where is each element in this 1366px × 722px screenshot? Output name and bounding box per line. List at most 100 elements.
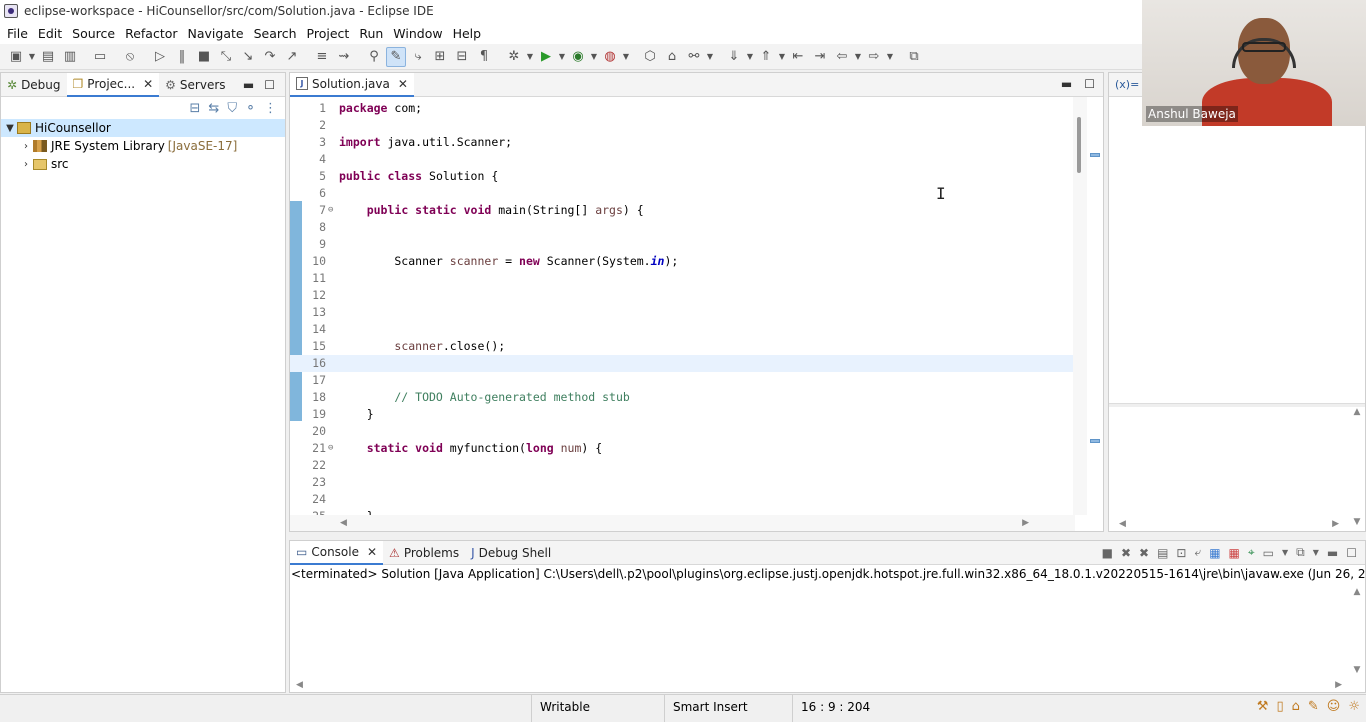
overview-ruler[interactable] [1087,97,1103,515]
overview-marker[interactable] [1090,153,1100,157]
tab-project-explorer[interactable]: ❐ Projec... ✕ [66,72,160,97]
code-line[interactable]: 20 [290,423,1075,440]
code-line[interactable]: 23 [290,474,1075,491]
tab-debug[interactable]: ✲ Debug [1,73,67,97]
tree-item-project[interactable]: ▼ HiCounsellor [1,119,285,137]
menu-search[interactable]: Search [249,26,302,41]
collapse-all-icon[interactable]: ⊟ [190,101,201,116]
scroll-left-icon[interactable]: ◀ [1119,519,1126,529]
back-dropdown-icon[interactable]: ▼ [854,47,862,67]
link-with-editor-icon[interactable]: ⇆ [208,101,219,116]
debug-dropdown-icon[interactable]: ▼ [526,47,534,67]
code-line[interactable]: 12 [290,287,1075,304]
maximize-icon[interactable]: ☐ [264,78,275,92]
step-over-icon[interactable]: ↷ [260,47,280,67]
last-edit-location-icon[interactable]: ⇤ [788,47,808,67]
terminate-icon[interactable]: ■ [1102,546,1113,560]
save-all-icon[interactable]: ▥ [60,47,80,67]
show-whitespace-icon[interactable]: ⊟ [452,47,472,67]
tab-debug-shell[interactable]: J Debug Shell [465,541,557,565]
code-area[interactable]: 1 package com; 2 3 import java.util.Scanner;… [290,97,1075,515]
menu-source[interactable]: Source [67,26,120,41]
remove-launch-icon[interactable]: ✖ [1121,546,1131,560]
code-line[interactable]: 22 [290,457,1075,474]
minimize-icon[interactable]: ▬ [243,78,254,92]
editor-horizontal-scrollbar[interactable]: ◀ ▶ [290,515,1075,531]
close-icon[interactable]: ✕ [363,545,377,559]
next-annotation-icon[interactable]: ⇓ [724,47,744,67]
terminate-icon[interactable]: ■ [194,47,214,67]
coverage-icon[interactable]: ◉ [568,47,588,67]
minimize-icon[interactable]: ▬ [1327,546,1338,560]
menu-window[interactable]: Window [388,26,447,41]
smiley-icon[interactable]: ☺ [1327,699,1341,714]
book-icon[interactable]: ▯ [1276,699,1283,714]
code-line[interactable]: 9 [290,236,1075,253]
code-line[interactable]: 21 ⊖ static void myfunction(long num) { [290,440,1075,457]
suspend-icon[interactable]: ‖ [172,47,192,67]
menu-help[interactable]: Help [448,26,487,41]
close-icon[interactable]: ✕ [139,77,153,91]
code-line[interactable]: 16 [290,355,1075,372]
code-line[interactable]: 25 } [290,508,1075,515]
show-on-stdout-icon[interactable]: ▦ [1209,546,1220,560]
menu-project[interactable]: Project [302,26,355,41]
code-line[interactable]: 14 [290,321,1075,338]
code-line[interactable]: 17 [290,372,1075,389]
display-console-icon[interactable]: ▭ [1263,546,1274,560]
use-step-filters-icon[interactable]: ⇝ [334,47,354,67]
drop-to-frame-icon[interactable]: ≡ [312,47,332,67]
code-line[interactable]: 2 [290,117,1075,134]
skip-breakpoints-icon[interactable]: ⦸ [120,47,140,67]
scroll-right-icon[interactable]: ▶ [1022,518,1029,528]
search-dropdown-icon[interactable]: ▼ [706,47,714,67]
run-dropdown-icon[interactable]: ▼ [558,47,566,67]
scroll-left-icon[interactable]: ◀ [340,518,347,528]
fold-toggle-icon[interactable]: ⊖ [328,440,333,457]
editor-vertical-scrollbar[interactable] [1073,97,1087,515]
forward-icon[interactable]: ⇨ [864,47,884,67]
scroll-left-icon[interactable]: ◀ [296,680,303,690]
tab-problems[interactable]: ⚠ Problems [383,541,465,565]
pane-divider[interactable] [1109,403,1365,407]
open-perspective-icon[interactable]: ⧉ [904,47,924,67]
new-java-package-icon[interactable]: ⬡ [640,47,660,67]
maximize-icon[interactable]: ☐ [1346,546,1357,560]
scroll-lock-icon[interactable]: ⊡ [1176,546,1186,560]
menu-edit[interactable]: Edit [33,26,67,41]
code-line[interactable]: 6 [290,185,1075,202]
scroll-down-icon[interactable]: ▼ [1354,517,1361,527]
next-annotation-dropdown-icon[interactable]: ▼ [746,47,754,67]
search-icon[interactable]: ⚯ [684,47,704,67]
tree-item-jre[interactable]: › JRE System Library [JavaSE-17] [1,137,285,155]
new-dropdown-icon[interactable]: ▼ [28,47,36,67]
menu-navigate[interactable]: Navigate [183,26,249,41]
chevron-down-icon[interactable]: ▼ [3,123,17,134]
chevron-right-icon[interactable]: › [19,159,33,170]
external-tools-dropdown-icon[interactable]: ▼ [622,47,630,67]
fold-toggle-icon[interactable]: ⊖ [328,202,333,219]
save-icon[interactable]: ▤ [38,47,58,67]
tab-solution-java[interactable]: J Solution.java ✕ [290,72,414,97]
disconnect-icon[interactable]: ⤡ [216,47,236,67]
scroll-right-icon[interactable]: ▶ [1332,519,1339,529]
new-icon[interactable]: ▣ [6,47,26,67]
menu-run[interactable]: Run [354,26,388,41]
code-line[interactable]: 19 } [290,406,1075,423]
tab-console[interactable]: ▭ Console ✕ [290,540,384,565]
word-wrap-icon[interactable]: ⤷ [408,47,428,67]
open-folder-icon[interactable]: ⌂ [662,47,682,67]
variables-vertical-scrollbar[interactable]: ▲ ▼ [1349,403,1365,531]
code-line[interactable]: 18 // TODO Auto-generated method stub [290,389,1075,406]
code-line[interactable]: 5 public class Solution { [290,168,1075,185]
step-into-icon[interactable]: ↘ [238,47,258,67]
console-vertical-scrollbar[interactable]: ▲ ▼ [1349,583,1365,679]
external-tools-icon[interactable]: ◍ [600,47,620,67]
scroll-up-icon[interactable]: ▲ [1354,587,1361,597]
scroll-right-icon[interactable]: ▶ [1335,680,1342,690]
view-menu-icon[interactable]: ⋮ [264,101,277,116]
clear-console-icon[interactable]: ▤ [1157,546,1168,560]
open-type-icon[interactable]: ⚲ [364,47,384,67]
pin-console-icon[interactable]: ⌖ [1248,545,1255,560]
close-icon[interactable]: ✕ [394,77,408,91]
